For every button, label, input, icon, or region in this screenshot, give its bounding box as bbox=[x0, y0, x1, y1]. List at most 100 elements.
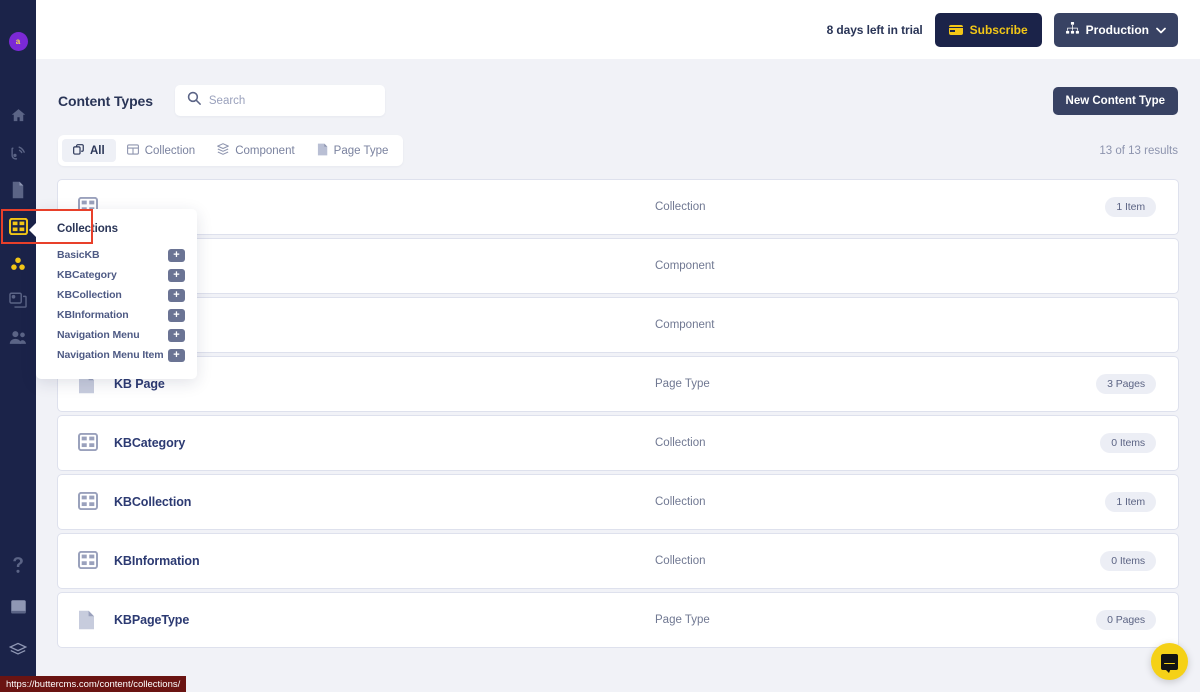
rail-bottom-items bbox=[0, 544, 36, 670]
sidebar-item-home[interactable] bbox=[0, 97, 36, 134]
top-bar: 8 days left in trial Subscribe Productio… bbox=[36, 0, 1200, 59]
media-images-icon bbox=[9, 292, 27, 309]
flyout-item-basickb[interactable]: BasicKB + bbox=[36, 245, 197, 265]
tab-component-label: Component bbox=[235, 144, 295, 157]
flyout-title: Collections bbox=[57, 223, 118, 235]
collection-icon bbox=[78, 432, 98, 453]
search-input[interactable] bbox=[208, 94, 373, 107]
results-count: 13 of 13 results bbox=[1099, 144, 1178, 157]
row-type: Collection bbox=[655, 555, 706, 567]
status-badge: 0 Items bbox=[1100, 551, 1156, 571]
sidebar-item-blog[interactable] bbox=[0, 134, 36, 171]
row-type: Component bbox=[655, 260, 715, 272]
chevron-down-icon bbox=[1156, 23, 1166, 37]
credit-card-icon bbox=[948, 24, 963, 35]
table-row[interactable]: Component bbox=[58, 298, 1178, 352]
flyout-item-label: KBInformation bbox=[57, 309, 129, 321]
row-type: Collection bbox=[655, 201, 706, 213]
status-badge: 1 Item bbox=[1105, 492, 1156, 512]
status-badge: 0 Pages bbox=[1096, 610, 1156, 630]
new-content-type-button[interactable]: New Content Type bbox=[1052, 86, 1178, 115]
browser-status-bar: https://buttercms.com/content/collection… bbox=[0, 676, 187, 692]
components-icon bbox=[9, 255, 27, 273]
page-type-icon bbox=[78, 610, 98, 630]
status-badge: 0 Items bbox=[1100, 433, 1156, 453]
home-icon bbox=[10, 107, 27, 124]
add-item-button[interactable]: + bbox=[168, 308, 185, 322]
add-item-button[interactable]: + bbox=[168, 348, 185, 362]
table-row[interactable]: KBCollection Collection 1 Item bbox=[58, 475, 1178, 529]
tab-collection[interactable]: Collection bbox=[116, 139, 207, 162]
subscribe-button-label: Subscribe bbox=[969, 22, 1028, 37]
sidebar-item-pages[interactable] bbox=[0, 171, 36, 208]
table-row[interactable]: Collection 1 Item bbox=[58, 180, 1178, 234]
search-box[interactable] bbox=[174, 85, 385, 116]
page-type-doc-icon bbox=[317, 143, 328, 159]
flyout-item-navigation-menu[interactable]: Navigation Menu + bbox=[36, 325, 197, 345]
collections-flyout-menu: Collections BasicKB + KBCategory + KBCol… bbox=[29, 209, 197, 379]
add-item-button[interactable]: + bbox=[168, 248, 185, 262]
row-type: Collection bbox=[655, 437, 706, 449]
page-header: Content Types New Content Type bbox=[36, 59, 1200, 116]
chat-widget-button[interactable] bbox=[1151, 643, 1188, 680]
status-bar-url: https://buttercms.com/content/collection… bbox=[6, 678, 181, 690]
row-name: KBPageType bbox=[114, 613, 190, 627]
tab-all-label: All bbox=[90, 144, 105, 157]
row-type: Page Type bbox=[655, 614, 710, 626]
row-type: Page Type bbox=[655, 378, 710, 390]
status-badge: 3 Pages bbox=[1096, 374, 1156, 394]
left-nav-rail: a bbox=[0, 0, 93, 692]
add-item-button[interactable]: + bbox=[168, 268, 185, 282]
page-title: Content Types bbox=[58, 92, 153, 109]
flyout-item-label: Navigation Menu bbox=[57, 329, 140, 341]
layers-icon bbox=[9, 642, 27, 657]
row-type: Component bbox=[655, 319, 715, 331]
chat-bubble-icon bbox=[1161, 653, 1178, 673]
table-row[interactable]: KBCategory Collection 0 Items bbox=[58, 416, 1178, 470]
blog-rss-icon bbox=[10, 144, 27, 161]
row-name: KBInformation bbox=[114, 554, 200, 568]
sidebar-item-media[interactable] bbox=[0, 282, 36, 319]
component-stack-icon bbox=[217, 143, 230, 158]
content-type-list: Collection 1 Item Component Component KB… bbox=[36, 166, 1200, 647]
book-icon bbox=[10, 599, 27, 616]
flyout-item-label: KBCollection bbox=[57, 289, 122, 301]
add-item-button[interactable]: + bbox=[168, 328, 185, 342]
collection-grid-icon bbox=[126, 143, 139, 158]
table-row[interactable]: KB Page Page Type 3 Pages bbox=[58, 357, 1178, 411]
tab-component[interactable]: Component bbox=[206, 139, 305, 162]
environment-selector-button[interactable]: Production bbox=[1053, 12, 1178, 47]
row-name: KB Page bbox=[114, 377, 165, 391]
sidebar-item-team[interactable] bbox=[0, 319, 36, 356]
row-name: KBCollection bbox=[114, 495, 192, 509]
flyout-item-kbinformation[interactable]: KBInformation + bbox=[36, 305, 197, 325]
table-row[interactable]: Component bbox=[58, 239, 1178, 293]
tab-collection-label: Collection bbox=[144, 144, 196, 157]
flyout-item-kbcollection[interactable]: KBCollection + bbox=[36, 285, 197, 305]
subscribe-button[interactable]: Subscribe bbox=[934, 12, 1042, 47]
avatar[interactable]: a bbox=[8, 32, 28, 51]
flyout-item-label: BasicKB bbox=[57, 249, 100, 261]
tab-all[interactable]: All bbox=[62, 139, 116, 162]
tab-page-type[interactable]: Page Type bbox=[306, 139, 400, 162]
flyout-item-navigation-menu-item[interactable]: Navigation Menu Item + bbox=[36, 345, 197, 365]
row-name: KBCategory bbox=[114, 436, 186, 450]
sidebar-item-docs[interactable] bbox=[0, 586, 36, 628]
page-icon bbox=[10, 181, 26, 199]
status-badge: 1 Item bbox=[1105, 197, 1156, 217]
collection-icon bbox=[78, 550, 98, 571]
search-icon bbox=[187, 91, 201, 110]
filter-tabs: All Collection Component Page Type bbox=[58, 135, 404, 166]
tab-page-type-label: Page Type bbox=[333, 144, 389, 157]
flyout-item-label: Navigation Menu Item bbox=[57, 349, 164, 361]
environment-tree-icon bbox=[1065, 22, 1079, 37]
table-row[interactable]: KBInformation Collection 0 Items bbox=[58, 534, 1178, 588]
avatar-initial: a bbox=[15, 36, 21, 46]
table-row[interactable]: KBPageType Page Type 0 Pages bbox=[58, 593, 1178, 647]
sidebar-item-help[interactable] bbox=[0, 544, 36, 586]
collection-icon bbox=[78, 491, 98, 512]
sidebar-item-api[interactable] bbox=[0, 628, 36, 670]
add-item-button[interactable]: + bbox=[168, 288, 185, 302]
sidebar-item-components[interactable] bbox=[0, 245, 36, 282]
flyout-item-kbcategory[interactable]: KBCategory + bbox=[36, 265, 197, 285]
